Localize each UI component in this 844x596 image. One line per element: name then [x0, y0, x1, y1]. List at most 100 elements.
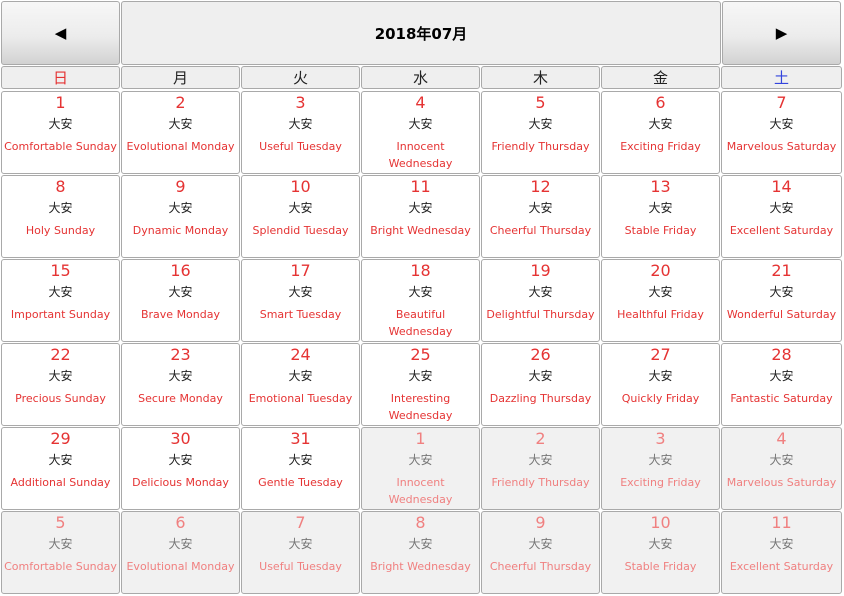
month-title: 2018年07月: [121, 1, 721, 65]
day-cell[interactable]: 7 大安 Marvelous Saturday: [721, 91, 842, 174]
day-cell[interactable]: 5 大安 Friendly Thursday: [481, 91, 600, 174]
rokuyo-label: 大安: [408, 201, 433, 215]
day-cell[interactable]: 19 大安 Delightful Thursday: [481, 259, 600, 342]
day-cell[interactable]: 25 大安 Interesting Wednesday: [361, 343, 480, 426]
day-cell[interactable]: 17 大安 Smart Tuesday: [241, 259, 360, 342]
day-cell-other-month[interactable]: 3 大安 Exciting Friday: [601, 427, 720, 510]
day-label: Secure Monday: [138, 392, 223, 405]
day-number: 24: [290, 345, 311, 364]
day-number: 20: [650, 261, 671, 280]
day-cell[interactable]: 8 大安 Holy Sunday: [1, 175, 120, 258]
rokuyo-label: 大安: [648, 453, 673, 467]
weekday-header-sat: 土: [721, 66, 842, 89]
day-number: 18: [410, 261, 431, 280]
day-cell[interactable]: 12 大安 Cheerful Thursday: [481, 175, 600, 258]
rokuyo-label: 大安: [288, 201, 313, 215]
rokuyo-label: 大安: [408, 537, 433, 551]
day-cell[interactable]: 10 大安 Splendid Tuesday: [241, 175, 360, 258]
day-number: 22: [50, 345, 71, 364]
day-label: Stable Friday: [624, 224, 697, 237]
day-cell-other-month[interactable]: 6 大安 Evolutional Monday: [121, 511, 240, 594]
day-number: 17: [290, 261, 311, 280]
day-cell-other-month[interactable]: 1 大安 Innocent Wednesday: [361, 427, 480, 510]
day-label: Comfortable Sunday: [4, 560, 117, 573]
rokuyo-label: 大安: [648, 285, 673, 299]
day-label: Comfortable Sunday: [4, 140, 117, 153]
rokuyo-label: 大安: [528, 201, 553, 215]
rokuyo-label: 大安: [769, 537, 794, 551]
weekday-header-sun: 日: [1, 66, 120, 89]
day-number: 13: [650, 177, 671, 196]
day-number: 4: [415, 93, 426, 112]
day-label: Precious Sunday: [15, 392, 106, 405]
day-cell[interactable]: 26 大安 Dazzling Thursday: [481, 343, 600, 426]
prev-month-button[interactable]: ◀: [1, 1, 120, 65]
day-cell[interactable]: 16 大安 Brave Monday: [121, 259, 240, 342]
day-number: 5: [55, 513, 66, 532]
day-cell[interactable]: 28 大安 Fantastic Saturday: [721, 343, 842, 426]
day-number: 31: [290, 429, 311, 448]
day-label: Useful Tuesday: [259, 560, 342, 573]
day-cell[interactable]: 9 大安 Dynamic Monday: [121, 175, 240, 258]
day-cell-other-month[interactable]: 10 大安 Stable Friday: [601, 511, 720, 594]
day-label: Beautiful Wednesday: [388, 308, 453, 338]
day-label: Friendly Thursday: [491, 140, 590, 153]
day-cell-other-month[interactable]: 8 大安 Bright Wednesday: [361, 511, 480, 594]
day-cell[interactable]: 3 大安 Useful Tuesday: [241, 91, 360, 174]
rokuyo-label: 大安: [288, 369, 313, 383]
rokuyo-label: 大安: [769, 369, 794, 383]
rokuyo-label: 大安: [528, 537, 553, 551]
day-number: 1: [55, 93, 66, 112]
day-number: 7: [776, 93, 787, 112]
day-cell[interactable]: 2 大安 Evolutional Monday: [121, 91, 240, 174]
day-cell[interactable]: 14 大安 Excellent Saturday: [721, 175, 842, 258]
day-label: Cheerful Thursday: [489, 224, 592, 237]
rokuyo-label: 大安: [528, 285, 553, 299]
day-cell[interactable]: 23 大安 Secure Monday: [121, 343, 240, 426]
day-label: Stable Friday: [624, 560, 697, 573]
day-cell-other-month[interactable]: 2 大安 Friendly Thursday: [481, 427, 600, 510]
day-number: 19: [530, 261, 551, 280]
day-number: 15: [50, 261, 71, 280]
day-cell[interactable]: 20 大安 Healthful Friday: [601, 259, 720, 342]
rokuyo-label: 大安: [48, 117, 73, 131]
day-cell[interactable]: 27 大安 Quickly Friday: [601, 343, 720, 426]
day-cell-other-month[interactable]: 5 大安 Comfortable Sunday: [1, 511, 120, 594]
day-number: 26: [530, 345, 551, 364]
day-cell-other-month[interactable]: 4 大安 Marvelous Saturday: [721, 427, 842, 510]
day-cell[interactable]: 11 大安 Bright Wednesday: [361, 175, 480, 258]
day-cell[interactable]: 1 大安 Comfortable Sunday: [1, 91, 120, 174]
day-cell[interactable]: 13 大安 Stable Friday: [601, 175, 720, 258]
day-cell[interactable]: 22 大安 Precious Sunday: [1, 343, 120, 426]
rokuyo-label: 大安: [528, 453, 553, 467]
day-number: 2: [175, 93, 186, 112]
day-label: Marvelous Saturday: [726, 140, 837, 153]
rokuyo-label: 大安: [288, 285, 313, 299]
day-cell[interactable]: 31 大安 Gentle Tuesday: [241, 427, 360, 510]
day-cell[interactable]: 24 大安 Emotional Tuesday: [241, 343, 360, 426]
day-label: Dynamic Monday: [132, 224, 229, 237]
day-label: Exciting Friday: [620, 140, 701, 153]
day-cell[interactable]: 30 大安 Delicious Monday: [121, 427, 240, 510]
rokuyo-label: 大安: [168, 453, 193, 467]
day-cell-other-month[interactable]: 9 大安 Cheerful Thursday: [481, 511, 600, 594]
day-number: 3: [655, 429, 666, 448]
weekday-header-tue: 火: [241, 66, 360, 89]
day-cell[interactable]: 29 大安 Additional Sunday: [1, 427, 120, 510]
day-cell[interactable]: 18 大安 Beautiful Wednesday: [361, 259, 480, 342]
rokuyo-label: 大安: [408, 453, 433, 467]
day-cell[interactable]: 4 大安 Innocent Wednesday: [361, 91, 480, 174]
day-cell-other-month[interactable]: 7 大安 Useful Tuesday: [241, 511, 360, 594]
rokuyo-label: 大安: [528, 369, 553, 383]
day-cell-other-month[interactable]: 11 大安 Excellent Saturday: [721, 511, 842, 594]
day-number: 4: [776, 429, 787, 448]
day-label: Important Sunday: [10, 308, 111, 321]
day-number: 7: [295, 513, 306, 532]
rokuyo-label: 大安: [48, 537, 73, 551]
day-cell[interactable]: 15 大安 Important Sunday: [1, 259, 120, 342]
day-cell[interactable]: 21 大安 Wonderful Saturday: [721, 259, 842, 342]
weekday-header-fri: 金: [601, 66, 720, 89]
next-month-button[interactable]: ▶: [722, 1, 841, 65]
rokuyo-label: 大安: [528, 117, 553, 131]
day-cell[interactable]: 6 大安 Exciting Friday: [601, 91, 720, 174]
